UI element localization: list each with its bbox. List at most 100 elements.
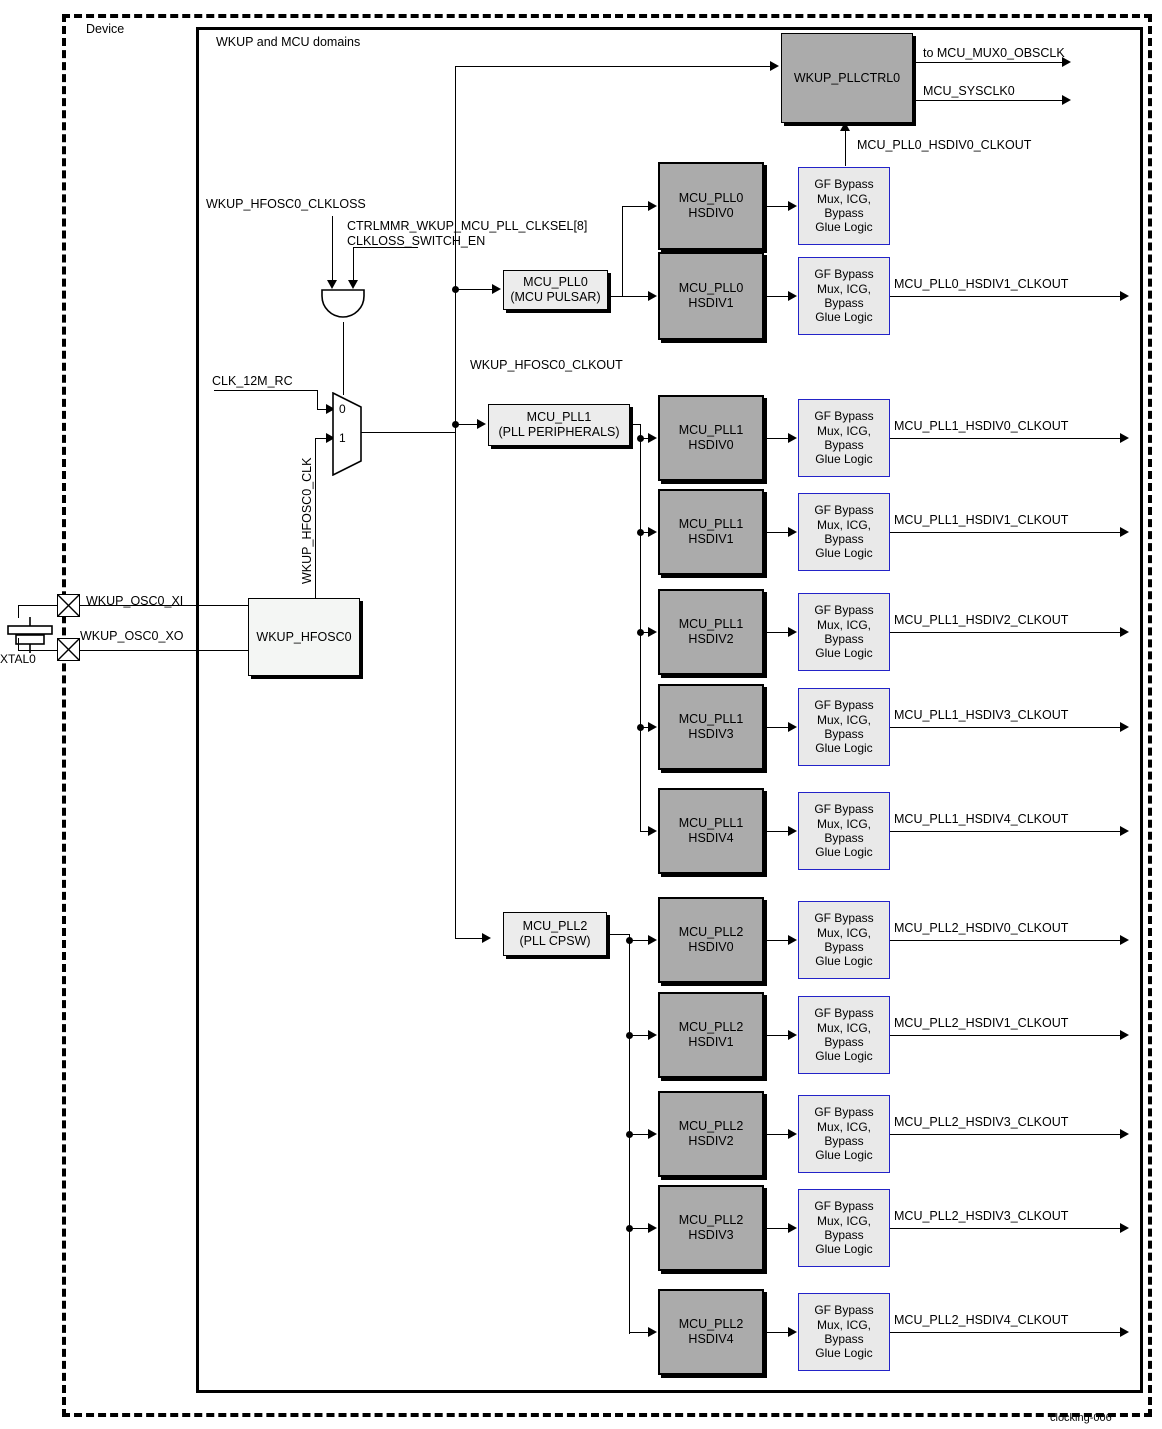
wire-hsdiv-to-gf bbox=[764, 632, 789, 633]
label-hfosc0-clk: WKUP_HFOSC0_CLK bbox=[300, 457, 314, 584]
arrow-clkout bbox=[1120, 627, 1129, 637]
xtal-lead-bot-v bbox=[18, 638, 19, 651]
wire-hsdiv-to-gf bbox=[764, 532, 789, 533]
block-mcu-pll1-line2: (PLL PERIPHERALS) bbox=[498, 425, 620, 439]
wire-to-pllctrl0 bbox=[455, 66, 775, 67]
arrow-hsdiv-in bbox=[648, 935, 657, 945]
wire-hsdiv-to-gf bbox=[764, 727, 789, 728]
block-gf-bypass-line4: Glue Logic bbox=[815, 741, 873, 756]
block-gf-bypass-line4: Glue Logic bbox=[815, 845, 873, 860]
block-gf-bypass-line2: Mux, ICG, bbox=[816, 1119, 871, 1134]
arrow-pll0-hsdiv0-in bbox=[648, 201, 657, 211]
arrow-clkout bbox=[1120, 826, 1129, 836]
wire-clkout bbox=[890, 1332, 1120, 1333]
arrow-pllctrl0-in bbox=[770, 61, 779, 71]
block-wkup-hfosc0[interactable]: WKUP_HFOSC0 bbox=[248, 598, 360, 676]
block-gf-bypass[interactable]: GF Bypass Mux, ICG, Bypass Glue Logic bbox=[798, 1293, 890, 1371]
block-hsdiv[interactable]: MCU_PLL1 HSDIV2 bbox=[658, 589, 764, 675]
arrow-clkout bbox=[1120, 722, 1129, 732]
block-hsdiv-line1: MCU_PLL1 bbox=[678, 617, 744, 631]
arrow-pll2-in bbox=[482, 933, 491, 943]
block-gf-bypass[interactable]: GF Bypass Mux, ICG, Bypass Glue Logic bbox=[798, 901, 890, 979]
block-hsdiv-line1: MCU_PLL2 bbox=[678, 1317, 744, 1331]
arrow-clkout bbox=[1120, 433, 1129, 443]
arrow-clkout bbox=[1120, 527, 1129, 537]
label-pll0-hsdiv0-clkout: MCU_PLL0_HSDIV0_CLKOUT bbox=[857, 138, 1032, 152]
block-hsdiv[interactable]: MCU_PLL2 HSDIV0 bbox=[658, 897, 764, 983]
block-hsdiv-line2: HSDIV1 bbox=[688, 296, 734, 310]
block-hsdiv[interactable]: MCU_PLL1 HSDIV4 bbox=[658, 788, 764, 874]
block-gf-bypass-line2: Mux, ICG, bbox=[816, 925, 871, 940]
block-gf-bypass-line4: Glue Logic bbox=[815, 1148, 873, 1163]
block-hsdiv[interactable]: MCU_PLL2 HSDIV3 bbox=[658, 1185, 764, 1271]
block-gf-bypass[interactable]: GF Bypass Mux, ICG, Bypass Glue Logic bbox=[798, 688, 890, 766]
block-hsdiv[interactable]: MCU_PLL2 HSDIV4 bbox=[658, 1289, 764, 1375]
label-clkout: MCU_PLL2_HSDIV3_CLKOUT bbox=[894, 1115, 1069, 1129]
block-gf-bypass[interactable]: GF Bypass Mux, ICG, Bypass Glue Logic bbox=[798, 1095, 890, 1173]
block-gf-bypass-line3: Bypass bbox=[824, 632, 864, 646]
wire-clkout bbox=[890, 1035, 1120, 1036]
wire-hsdiv-to-gf bbox=[764, 1035, 789, 1036]
wire-hsdiv-to-gf bbox=[764, 296, 789, 297]
block-gf-bypass[interactable]: GF Bypass Mux, ICG, Bypass Glue Logic bbox=[798, 167, 890, 245]
arrow-hsdiv-in bbox=[648, 527, 657, 537]
label-clkout: MCU_PLL1_HSDIV4_CLKOUT bbox=[894, 812, 1069, 826]
block-hsdiv-line1: MCU_PLL2 bbox=[678, 925, 744, 939]
block-hsdiv-line1: MCU_PLL2 bbox=[678, 1020, 744, 1034]
wire-bus-to-pll0 bbox=[455, 289, 497, 290]
arrow-hsdiv-in bbox=[648, 1129, 657, 1139]
arrow-gf-in bbox=[788, 722, 797, 732]
block-gf-bypass[interactable]: GF Bypass Mux, ICG, Bypass Glue Logic bbox=[798, 399, 890, 477]
clock-select-mux[interactable] bbox=[332, 391, 362, 481]
block-gf-bypass[interactable]: GF Bypass Mux, ICG, Bypass Glue Logic bbox=[798, 996, 890, 1074]
block-gf-bypass-line4: Glue Logic bbox=[815, 954, 873, 969]
block-mcu-pll2-line1: MCU_PLL2 bbox=[522, 919, 588, 933]
block-gf-bypass-line1: GF Bypass bbox=[814, 1199, 874, 1214]
block-gf-bypass-line3: Bypass bbox=[824, 532, 864, 546]
block-mcu-pll2[interactable]: MCU_PLL2 (PLL CPSW) bbox=[503, 912, 607, 956]
block-gf-bypass-line1: GF Bypass bbox=[814, 911, 874, 926]
block-wkup-pllctrl0-label: WKUP_PLLCTRL0 bbox=[793, 70, 901, 85]
block-mcu-pll0[interactable]: MCU_PLL0 (MCU PULSAR) bbox=[503, 270, 608, 310]
arrow-pll0-hsdiv1-in bbox=[648, 291, 657, 301]
block-hsdiv[interactable]: MCU_PLL1 HSDIV3 bbox=[658, 684, 764, 770]
block-hsdiv-line2: HSDIV3 bbox=[688, 727, 734, 741]
block-gf-bypass[interactable]: GF Bypass Mux, ICG, Bypass Glue Logic bbox=[798, 493, 890, 571]
block-hsdiv-line2: HSDIV0 bbox=[688, 438, 734, 452]
arrow-clkout bbox=[1120, 291, 1129, 301]
block-gf-bypass[interactable]: GF Bypass Mux, ICG, Bypass Glue Logic bbox=[798, 792, 890, 870]
block-hsdiv-line1: MCU_PLL1 bbox=[678, 816, 744, 830]
block-hsdiv[interactable]: MCU_PLL2 HSDIV2 bbox=[658, 1091, 764, 1177]
wire-mux-out bbox=[361, 432, 455, 433]
block-hsdiv[interactable]: MCU_PLL2 HSDIV1 bbox=[658, 992, 764, 1078]
domain-label: WKUP and MCU domains bbox=[216, 35, 361, 49]
block-hsdiv[interactable]: MCU_PLL1 HSDIV0 bbox=[658, 395, 764, 481]
label-clkout: MCU_PLL2_HSDIV1_CLKOUT bbox=[894, 1016, 1069, 1030]
block-gf-bypass-line3: Bypass bbox=[824, 1228, 864, 1242]
block-gf-bypass[interactable]: GF Bypass Mux, ICG, Bypass Glue Logic bbox=[798, 1189, 890, 1267]
wire-clkloss-switch-v bbox=[353, 247, 354, 280]
wire-pll2-out bbox=[607, 934, 629, 935]
block-mcu-pll1[interactable]: MCU_PLL1 (PLL PERIPHERALS) bbox=[488, 404, 630, 446]
block-wkup-pllctrl0[interactable]: WKUP_PLLCTRL0 bbox=[781, 33, 913, 123]
label-to-mcu-mux0-obsclk: to MCU_MUX0_OBSCLK bbox=[923, 46, 1065, 60]
block-hsdiv[interactable]: MCU_PLL0 HSDIV1 bbox=[658, 252, 764, 340]
wire-xi-to-osc bbox=[80, 605, 248, 606]
block-hsdiv[interactable]: MCU_PLL1 HSDIV1 bbox=[658, 489, 764, 575]
block-gf-bypass[interactable]: GF Bypass Mux, ICG, Bypass Glue Logic bbox=[798, 257, 890, 335]
arrow-gf-in bbox=[788, 201, 797, 211]
label-clkout: MCU_PLL1_HSDIV3_CLKOUT bbox=[894, 708, 1069, 722]
mux-input-0-label: 0 bbox=[339, 402, 346, 416]
block-mcu-pll0-line2: (MCU PULSAR) bbox=[510, 290, 601, 304]
label-clkout: MCU_PLL2_HSDIV3_CLKOUT bbox=[894, 1209, 1069, 1223]
arrow-mcu-sysclk0 bbox=[1062, 95, 1071, 105]
arrow-clkout bbox=[1120, 935, 1129, 945]
block-mcu-pll0-line1: MCU_PLL0 bbox=[523, 275, 588, 289]
wire-clk12m-h bbox=[214, 390, 317, 391]
arrow-pllctrl0-bottom-in bbox=[840, 122, 850, 131]
block-gf-bypass[interactable]: GF Bypass Mux, ICG, Bypass Glue Logic bbox=[798, 593, 890, 671]
wire-hsdiv-to-gf bbox=[764, 206, 789, 207]
label-clkout: MCU_PLL0_HSDIV1_CLKOUT bbox=[894, 277, 1069, 291]
wire-clkout bbox=[890, 1134, 1120, 1135]
block-hsdiv[interactable]: MCU_PLL0 HSDIV0 bbox=[658, 162, 764, 250]
